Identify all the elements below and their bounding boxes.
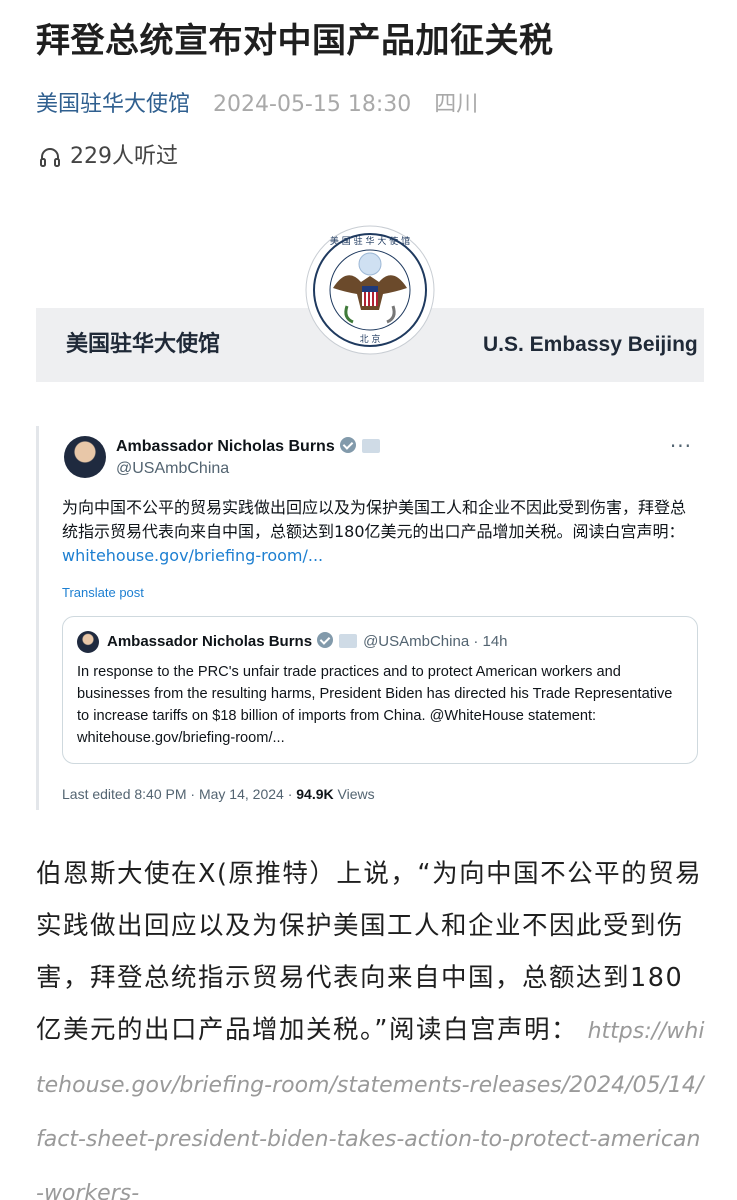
seal-bottom-text: 北 京 xyxy=(360,333,381,345)
listen-count-label: 229人听过 xyxy=(70,144,178,169)
embassy-seal-icon: 美 国 驻 华 大 使 馆 北 京 xyxy=(305,225,435,355)
quoted-tweet[interactable]: Ambassador Nicholas Burns @USAmbChina · 1… xyxy=(62,616,698,764)
translate-post-link[interactable]: Translate post xyxy=(62,584,144,602)
avatar[interactable] xyxy=(64,436,106,478)
quoted-author-name: Ambassador Nicholas Burns xyxy=(107,633,313,650)
headphones-icon xyxy=(40,148,60,167)
tweet-edit-time: Last edited 8:40 PM · May 14, 2024 · xyxy=(62,786,297,802)
seal-top-text: 美 国 驻 华 大 使 馆 xyxy=(330,235,410,247)
quoted-header: Ambassador Nicholas Burns @USAmbChina · 1… xyxy=(107,631,508,653)
tweet-link[interactable]: whitehouse.gov/briefing-room/... xyxy=(62,546,323,565)
quoted-avatar xyxy=(77,631,99,653)
affiliation-flag-icon xyxy=(361,439,380,453)
tweet-card: Ambassador Nicholas Burns @USAmbChina ··… xyxy=(36,426,704,810)
tweet-handle[interactable]: @USAmbChina xyxy=(116,458,229,480)
quoted-meta: @USAmbChina · 14h xyxy=(363,633,508,650)
article-meta: 美国驻华大使馆 2024-05-15 18:30 四川 xyxy=(36,90,478,120)
verified-badge-icon xyxy=(317,632,334,648)
tweet-views-count: 94.9K xyxy=(296,786,334,802)
banner-name-en: U.S. Embassy Beijing xyxy=(483,333,698,356)
tweet-left-border xyxy=(36,426,39,810)
quoted-body: In response to the PRC's unfair trade pr… xyxy=(77,664,673,746)
paragraph-text: 伯恩斯大使在X(原推特）上说，“为向中国不公平的贸易实践做出回应以及为保护美国工… xyxy=(36,859,703,1045)
listen-count[interactable]: 229人听过 xyxy=(38,142,178,172)
banner-name-zh: 美国驻华大使馆 xyxy=(66,332,221,357)
more-options-icon[interactable]: ··· xyxy=(670,434,692,458)
tweet-author[interactable]: Ambassador Nicholas Burns xyxy=(116,436,380,458)
affiliation-flag-icon xyxy=(339,634,358,648)
article-title: 拜登总统宣布对中国产品加征关税 xyxy=(36,21,554,61)
tweet-footer: Last edited 8:40 PM · May 14, 2024 · 94.… xyxy=(62,784,375,804)
tweet-views-label: Views xyxy=(333,786,375,802)
article-region: 四川 xyxy=(434,92,479,117)
article-paragraph: 伯恩斯大使在X(原推特）上说，“为向中国不公平的贸易实践做出回应以及为保护美国工… xyxy=(36,848,708,1200)
whitehouse-link[interactable]: https://whitehouse.gov/briefing-room/sta… xyxy=(36,1019,705,1200)
article-time: 2024-05-15 18:30 xyxy=(213,92,412,117)
article-source[interactable]: 美国驻华大使馆 xyxy=(36,92,190,117)
tweet-author-name: Ambassador Nicholas Burns xyxy=(116,438,335,455)
tweet-body-text: 为向中国不公平的贸易实践做出回应以及为保护美国工人和企业不因此受到伤害，拜登总统… xyxy=(62,498,687,541)
tweet-body: 为向中国不公平的贸易实践做出回应以及为保护美国工人和企业不因此受到伤害，拜登总统… xyxy=(62,496,692,568)
verified-badge-icon xyxy=(339,437,356,453)
